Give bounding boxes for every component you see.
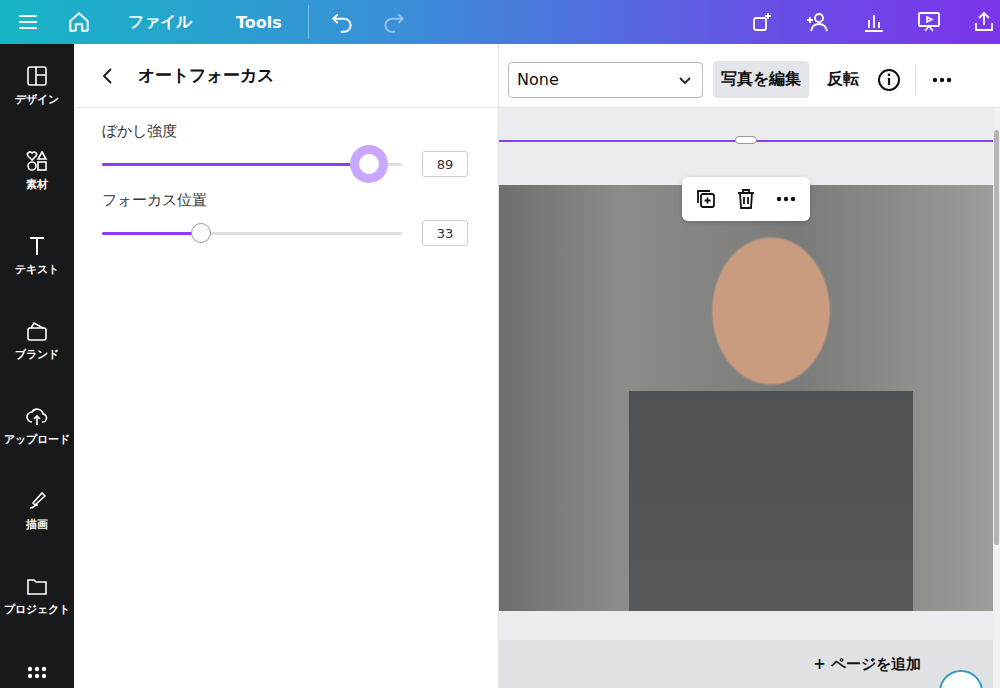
slider-label: ぼかし強度	[102, 122, 468, 141]
trash-icon[interactable]	[734, 187, 758, 211]
top-menu[interactable]: Tools	[236, 13, 282, 32]
sidebar-label: プロジェクト	[4, 602, 70, 617]
divider	[915, 65, 916, 95]
panel-header: オートフォーカス	[74, 44, 498, 108]
more-icon[interactable]	[774, 187, 798, 211]
panel-title: オートフォーカス	[138, 64, 274, 87]
sidebar-label: テキスト	[15, 262, 59, 277]
editor-window: ファイルToolsデザイン素材テキストブランドアップロード描画プロジェクトオート…	[0, 0, 1000, 688]
duplicate-icon[interactable]	[694, 187, 718, 211]
more-icon[interactable]	[930, 68, 954, 92]
redo-icon[interactable]	[381, 9, 407, 35]
slider-track[interactable]	[102, 163, 402, 166]
sidebar-icon	[25, 489, 49, 513]
resize-handle[interactable]	[735, 136, 757, 144]
toolbar-button[interactable]: 写真を編集	[713, 61, 809, 98]
filter-dropdown[interactable]: None	[508, 62, 703, 98]
sidebar-icon	[25, 574, 49, 598]
sidebar-icon	[25, 234, 49, 258]
home-icon[interactable]	[66, 9, 92, 35]
sidebar-label: 描画	[26, 517, 48, 532]
side-panel: オートフォーカスぼかし強度 89 フォーカス位置 33	[74, 44, 499, 688]
sidebar-item[interactable]: アップロード	[4, 404, 70, 489]
scrollbar[interactable]	[993, 108, 1000, 688]
upload-icon[interactable]	[972, 10, 996, 34]
slider-value-field[interactable]: 89	[422, 151, 468, 177]
sidebar-item[interactable]: テキスト	[15, 234, 59, 319]
menu-icon[interactable]	[16, 10, 40, 34]
slider-thumb[interactable]	[359, 154, 379, 174]
present-icon[interactable]	[916, 10, 942, 34]
slider-fill	[102, 163, 369, 166]
sidebar: デザイン素材テキストブランドアップロード描画プロジェクト	[0, 44, 74, 688]
top-bar: ファイル Tools	[0, 0, 1000, 44]
top-menu[interactable]: ファイル	[128, 12, 192, 33]
sidebar-item[interactable]: プロジェクト	[4, 574, 70, 659]
sidebar-label: アップロード	[4, 432, 70, 447]
sidebar-icon	[25, 64, 49, 88]
back-arrow-icon[interactable]	[100, 66, 116, 86]
share-people-icon[interactable]	[804, 10, 832, 34]
chart-icon[interactable]	[862, 10, 886, 34]
photo[interactable]	[499, 185, 993, 611]
slider-thumb[interactable]	[191, 223, 211, 243]
chevron-down-icon	[678, 73, 692, 87]
sidebar-label: デザイン	[15, 92, 59, 107]
context-toolbar: None 写真を編集反転	[499, 44, 1000, 108]
undo-icon[interactable]	[329, 9, 355, 35]
slider-track[interactable]	[102, 232, 402, 235]
divider	[308, 5, 309, 39]
sidebar-icon	[25, 149, 49, 173]
apps-grid-icon[interactable]	[26, 665, 48, 687]
page-selection-line	[499, 140, 993, 142]
canvas-column: None 写真を編集反転 + ページを追加	[499, 44, 1000, 688]
resize-icon[interactable]	[750, 10, 774, 34]
person-figure	[629, 211, 913, 611]
slider-value-field[interactable]: 33	[422, 220, 468, 246]
add-page-button[interactable]: + ページを追加	[499, 640, 993, 688]
floating-toolbar	[682, 177, 810, 221]
sidebar-item[interactable]: デザイン	[15, 64, 59, 149]
sidebar-label: 素材	[26, 177, 48, 192]
sidebar-icon	[25, 404, 49, 428]
sidebar-label: ブランド	[15, 347, 59, 362]
slider-row: ぼかし強度 89	[102, 122, 468, 183]
toolbar-button[interactable]: 反転	[819, 61, 867, 98]
slider-row: フォーカス位置 33	[102, 191, 468, 252]
sidebar-icon	[25, 319, 49, 343]
slider-label: フォーカス位置	[102, 191, 468, 210]
sidebar-item[interactable]: 素材	[25, 149, 49, 234]
slider-fill	[102, 232, 201, 235]
canvas: + ページを追加	[499, 108, 993, 688]
sidebar-item[interactable]: ブランド	[15, 319, 59, 404]
sidebar-item[interactable]: 描画	[25, 489, 49, 574]
info-icon[interactable]	[877, 68, 901, 92]
